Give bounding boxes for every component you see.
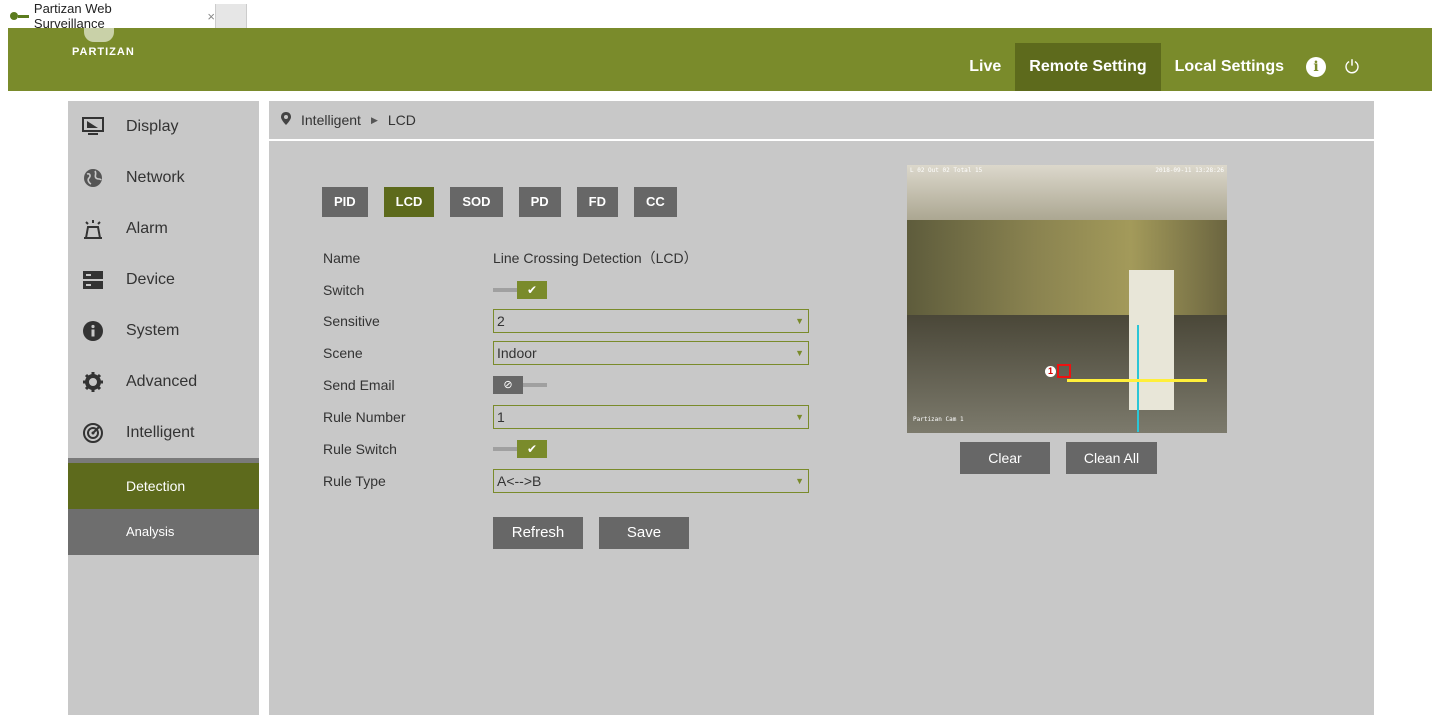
rule-number-select[interactable]: 1 ▼ [493,405,809,429]
sidebar-item-intelligent[interactable]: Intelligent [68,407,259,458]
tab-cc[interactable]: CC [633,187,677,217]
sensitive-label: Sensitive [323,313,380,329]
sidebar-item-label: Network [126,168,185,186]
sensitive-select[interactable]: 2 ▼ [493,309,809,333]
new-tab-button[interactable] [216,4,247,28]
detection-tabs: PID LCD SOD PD FD CC [322,187,693,217]
check-icon: ✔ [517,281,547,299]
send-email-row: Send Email ⊘ [323,373,823,397]
logo-mark-icon [84,28,114,42]
sidebar-item-alarm[interactable]: Alarm [68,203,259,254]
monitor-icon [81,115,105,139]
sidebar: Display Network Alarm Device System Adva… [68,101,259,715]
name-value: Line Crossing Detection（LCD） [493,250,698,266]
switch-toggle[interactable]: ✔ [493,281,547,299]
tab-pid[interactable]: PID [322,187,368,217]
rule-number-row: Rule Number 1 ▼ [323,405,823,429]
intelligent-icon [81,421,105,445]
partizan-logo: PARTIZAN [72,28,152,68]
name-label: Name [323,250,361,266]
rule-switch-label: Rule Switch [323,441,397,457]
tab-fd[interactable]: FD [576,187,618,217]
switch-label: Switch [323,282,365,298]
scene-label: Scene [323,345,363,361]
rule-type-row: Rule Type A<-->B ▼ [323,469,823,493]
sidebar-item-network[interactable]: Network [68,152,259,203]
app-header: PARTIZAN Live Remote Setting Local Setti… [8,28,1432,91]
tab-close-icon[interactable]: × [207,9,215,24]
dropdown-caret-icon: ▼ [795,316,804,326]
nav-local-settings[interactable]: Local Settings [1161,43,1298,91]
name-row: Name Line Crossing Detection（LCD） [323,246,823,270]
send-email-toggle[interactable]: ⊘ [493,376,547,394]
disabled-icon: ⊘ [493,376,523,394]
rule-number-label: Rule Number [323,409,406,425]
clean-all-button[interactable]: Clean All [1066,442,1157,474]
clear-button[interactable]: Clear [960,442,1050,474]
refresh-button[interactable]: Refresh [493,517,583,549]
sensitive-row: Sensitive 2 ▼ [323,309,823,333]
gear-icon [81,370,105,394]
rule-switch-row: Rule Switch ✔ [323,437,823,461]
osd-timestamp: 2018-09-11 13:28:26 [1155,167,1224,174]
sidebar-subitem-detection[interactable]: Detection [68,458,259,509]
sidebar-item-label: Advanced [126,372,198,390]
sidebar-item-label: Display [126,117,179,135]
save-button[interactable]: Save [599,517,689,549]
dropdown-caret-icon: ▼ [795,476,804,486]
osd-camera-name: Partizan Cam 1 [913,416,964,423]
info-icon[interactable]: i [1306,57,1326,77]
breadcrumb-arrow-icon: ▶ [370,114,378,125]
nav-live[interactable]: Live [955,43,1015,91]
sidebar-item-label: Alarm [126,219,168,237]
dropdown-caret-icon: ▼ [795,412,804,422]
partizan-favicon-icon [10,11,30,21]
device-icon [81,268,105,292]
breadcrumb-current: LCD [387,112,416,128]
sidebar-subitem-analysis[interactable]: Analysis [68,509,259,555]
check-icon: ✔ [517,440,547,458]
alarm-icon [81,217,105,241]
sidebar-item-device[interactable]: Device [68,254,259,305]
rule-switch-toggle[interactable]: ✔ [493,440,547,458]
browser-tab-title: Partizan Web Surveillance [33,1,112,31]
camera-preview[interactable]: L 02 Out 02 Total 15 2018-09-11 13:28:26… [907,165,1227,433]
sidebar-item-advanced[interactable]: Advanced [68,356,259,407]
rule-type-select[interactable]: A<-->B ▼ [493,469,809,493]
info-circle-icon [81,319,105,343]
tab-lcd[interactable]: LCD [383,187,435,217]
browser-tab-strip: Partizan Web Surveillance × [0,0,1439,31]
scene-row: Scene Indoor ▼ [323,341,823,365]
tab-pd[interactable]: PD [518,187,561,217]
dropdown-caret-icon: ▼ [795,348,804,358]
send-email-label: Send Email [323,377,395,393]
breadcrumb-root[interactable]: Intelligent [301,112,361,128]
switch-row: Switch ✔ [323,278,823,302]
rule-type-label: Rule Type [323,473,386,489]
line-endpoint-handle[interactable] [1057,364,1071,378]
globe-icon [81,166,105,190]
breadcrumb: Intelligent ▶ LCD [269,101,1374,141]
rule-marker: 1 [1045,366,1056,377]
main-panel: Intelligent ▶ LCD PID LCD SOD PD FD CC N… [269,101,1374,715]
location-pin-icon [281,112,291,128]
crossing-line[interactable] [1067,379,1207,382]
tab-sod[interactable]: SOD [450,187,503,217]
power-icon[interactable]: ⏻ [1342,57,1362,77]
browser-tab[interactable]: Partizan Web Surveillance × [0,1,216,31]
sidebar-item-label: System [126,321,180,339]
sidebar-item-system[interactable]: System [68,305,259,356]
scene-select[interactable]: Indoor ▼ [493,341,809,365]
top-nav: Live Remote Setting Local Settings i ⏻ [955,43,1432,91]
sidebar-item-label: Device [126,270,175,288]
sidebar-item-label: Intelligent [126,423,195,441]
sidebar-item-display[interactable]: Display [68,101,259,152]
osd-counter: L 02 Out 02 Total 15 [910,167,983,174]
nav-remote-setting[interactable]: Remote Setting [1015,43,1161,91]
logo-text: PARTIZAN [72,46,135,58]
